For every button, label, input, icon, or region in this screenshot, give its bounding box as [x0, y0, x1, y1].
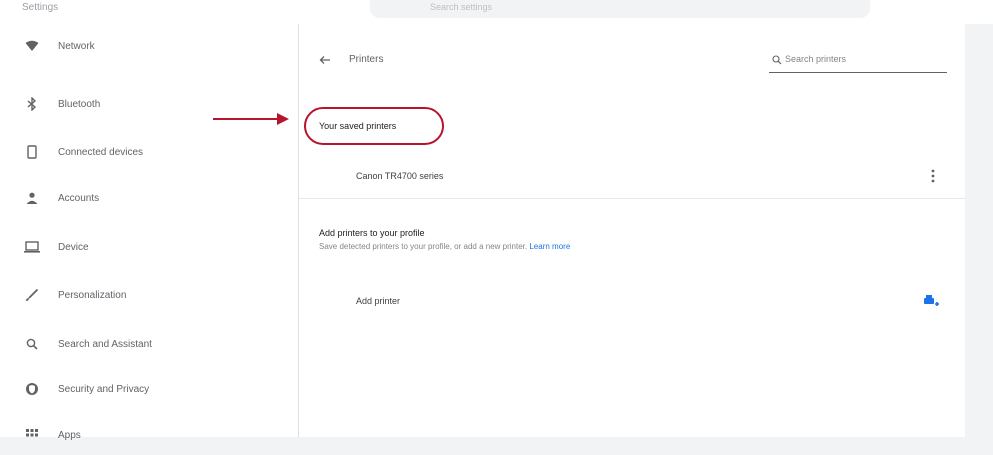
- settings-search-placeholder: Search settings: [430, 2, 493, 12]
- globe-shield-icon: [24, 381, 40, 397]
- search-icon: [772, 55, 782, 65]
- laptop-icon: [24, 239, 40, 255]
- page-title: Printers: [349, 54, 384, 65]
- sidebar-item-device[interactable]: Device: [0, 227, 298, 267]
- learn-more-link[interactable]: Learn more: [529, 242, 570, 251]
- wifi-icon: [24, 38, 40, 54]
- highlight-circle: [304, 107, 444, 145]
- apps-grid-icon: [24, 427, 40, 443]
- sidebar-item-search-and-assistant[interactable]: Search and Assistant: [0, 324, 298, 364]
- sidebar-item-label: Apps: [58, 429, 81, 441]
- add-printer-row[interactable]: Add printer: [299, 279, 965, 323]
- sidebar: Network Bluetooth Connected devices Acco…: [0, 24, 299, 441]
- add-printers-description: Save detected printers to your profile, …: [319, 242, 570, 251]
- add-printers-description-text: Save detected printers to your profile, …: [319, 242, 528, 251]
- title-bar: Settings Search settings: [0, 0, 993, 25]
- sidebar-item-network[interactable]: Network: [0, 26, 298, 66]
- saved-printer-row[interactable]: Canon TR4700 series: [299, 154, 965, 198]
- sidebar-item-apps[interactable]: Apps: [0, 415, 298, 455]
- add-printer-label: Add printer: [356, 296, 401, 306]
- sidebar-item-label: Personalization: [58, 289, 127, 301]
- app-title: Settings: [22, 2, 59, 13]
- sidebar-item-personalization[interactable]: Personalization: [0, 275, 298, 315]
- sidebar-item-label: Bluetooth: [58, 98, 101, 110]
- sidebar-item-security-and-privacy[interactable]: Security and Privacy: [0, 369, 298, 409]
- search-placeholder: Search printers: [785, 54, 847, 64]
- section-divider: [299, 198, 965, 199]
- printer-name: Canon TR4700 series: [356, 171, 444, 181]
- phone-icon: [24, 144, 40, 160]
- add-printer-icon[interactable]: [921, 291, 941, 311]
- add-printers-heading: Add printers to your profile: [319, 228, 425, 238]
- sidebar-item-label: Accounts: [58, 192, 100, 204]
- window-margin: [965, 24, 993, 437]
- back-arrow-icon[interactable]: [317, 52, 333, 68]
- sidebar-item-accounts[interactable]: Accounts: [0, 178, 298, 218]
- bluetooth-icon: [24, 96, 40, 112]
- sidebar-item-label: Security and Privacy: [58, 383, 150, 395]
- brush-icon: [24, 287, 40, 303]
- search-printers-input[interactable]: Search printers: [769, 50, 947, 73]
- search-icon: [24, 336, 40, 352]
- sidebar-item-connected-devices[interactable]: Connected devices: [0, 132, 298, 172]
- printers-page: Printers Search printers Your saved prin…: [299, 24, 965, 437]
- sidebar-item-label: Network: [58, 40, 95, 52]
- more-vert-icon[interactable]: [925, 166, 941, 186]
- sidebar-item-label: Search and Assistant: [58, 338, 152, 350]
- settings-search-bar[interactable]: Search settings: [370, 0, 870, 18]
- pointer-arrow: [213, 113, 289, 125]
- sidebar-item-label: Connected devices: [58, 146, 144, 158]
- person-icon: [24, 190, 40, 206]
- sidebar-item-label: Device: [58, 241, 89, 253]
